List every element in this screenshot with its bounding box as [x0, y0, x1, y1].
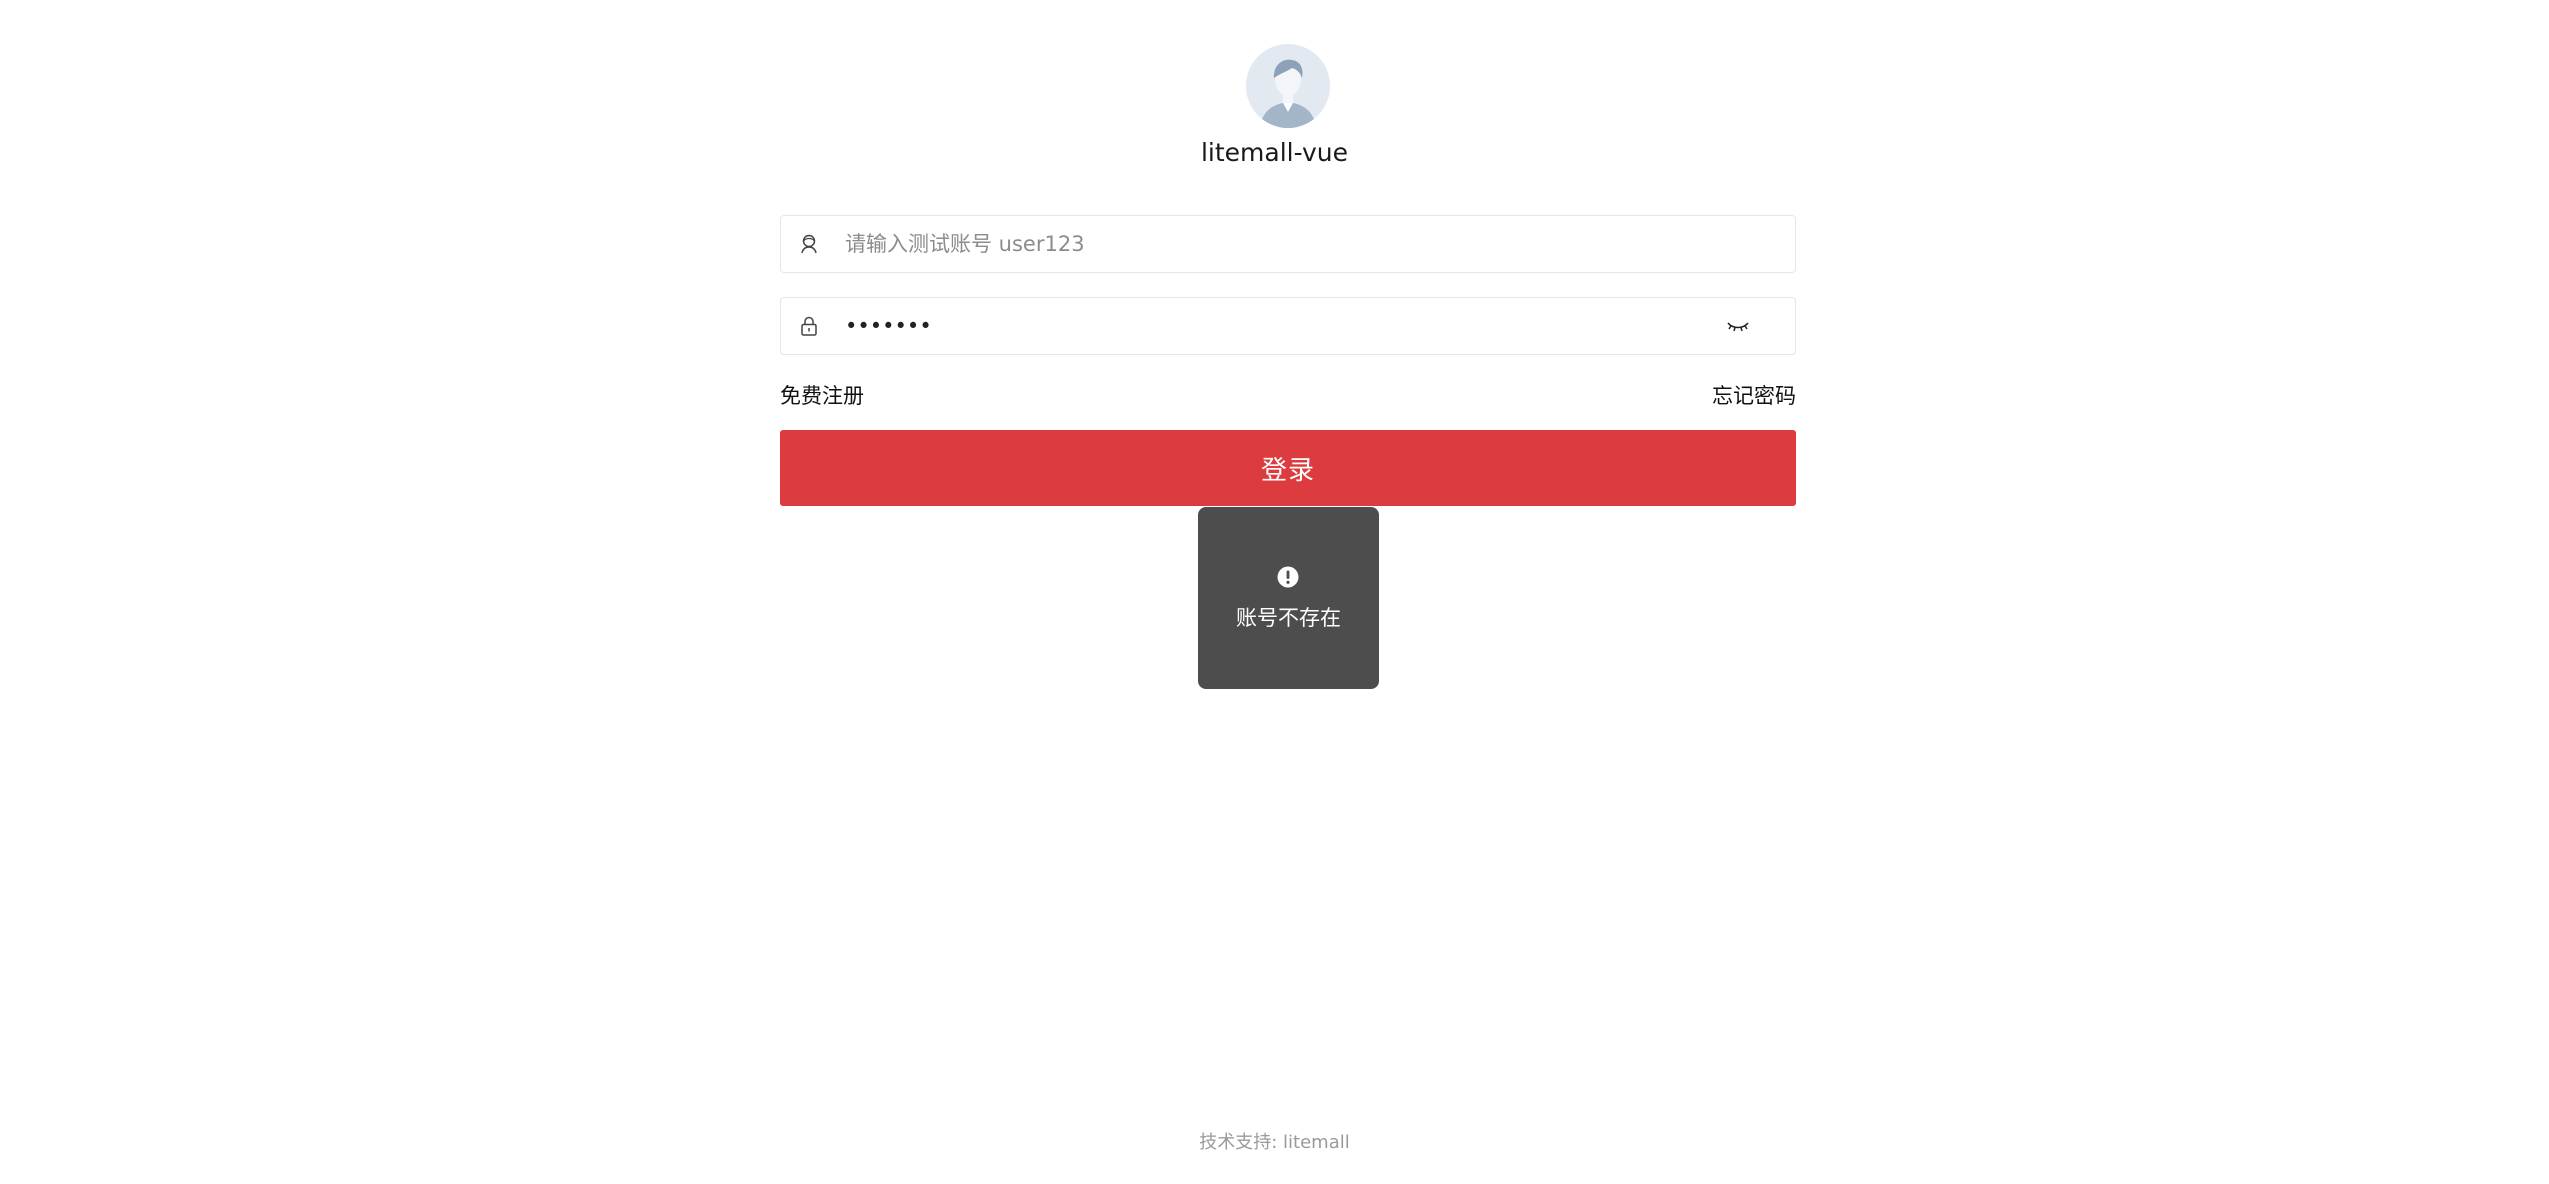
eye-closed-icon[interactable] [1725, 315, 1751, 337]
register-link[interactable]: 免费注册 [780, 380, 864, 410]
avatar-person-icon [1246, 44, 1330, 128]
login-page: litemall-vue 免费注册 忘记密码 登录 [0, 0, 2549, 1184]
password-input[interactable] [845, 298, 1705, 353]
login-button[interactable]: 登录 [780, 430, 1796, 506]
toast-message: 账号不存在 [1236, 606, 1341, 630]
exclamation-circle-icon [1277, 566, 1299, 588]
username-input[interactable] [845, 216, 1705, 271]
password-field[interactable] [780, 297, 1796, 355]
footer-credit: 技术支持: litemall [1199, 1132, 1350, 1153]
lock-icon [801, 316, 817, 336]
avatar [1246, 44, 1330, 128]
username-field[interactable] [780, 215, 1796, 273]
app-title: litemall-vue [1200, 138, 1348, 167]
user-icon [801, 234, 817, 254]
error-toast: 账号不存在 [1198, 507, 1379, 689]
forgot-password-link[interactable]: 忘记密码 [1712, 380, 1796, 410]
